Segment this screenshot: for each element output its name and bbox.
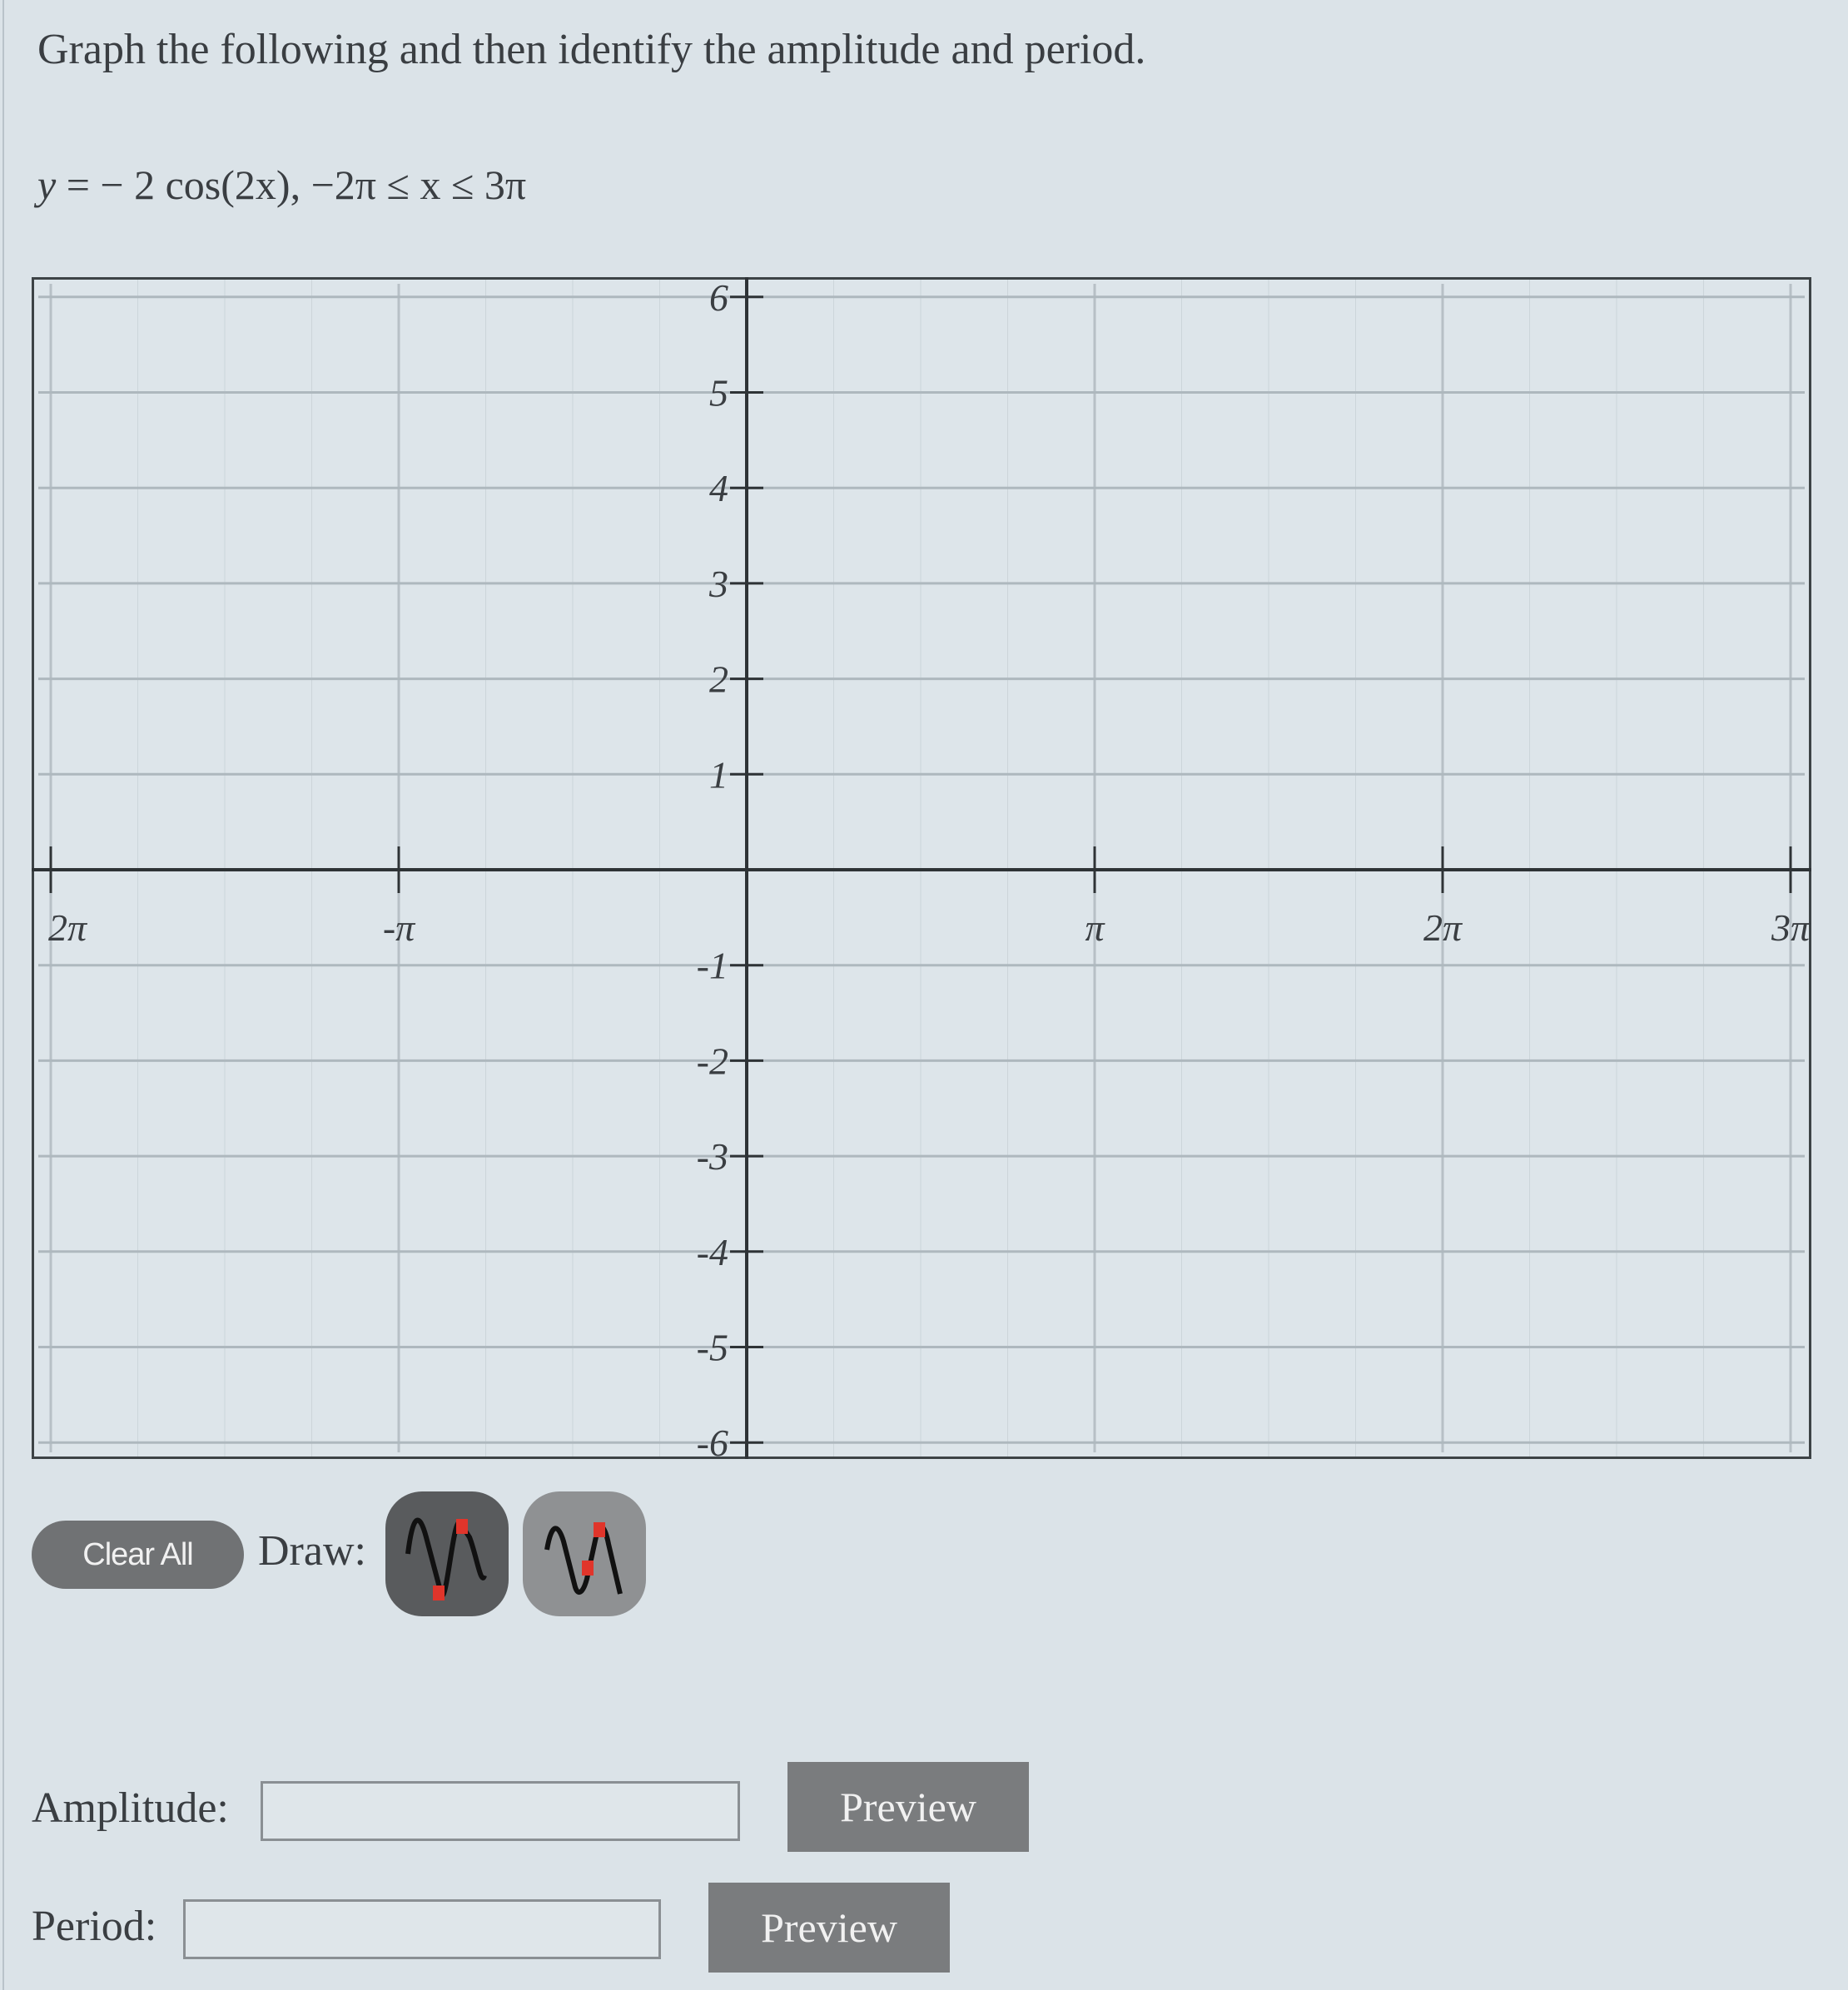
x-tick-label: π — [1085, 906, 1105, 949]
y-tick-label: 4 — [709, 467, 728, 509]
question-prompt: Graph the following and then identify th… — [37, 26, 1146, 73]
equation-lhs: y — [37, 161, 57, 208]
y-tick-label: 5 — [709, 372, 728, 414]
y-tick-label: -1 — [697, 945, 728, 987]
y-tick-label: -2 — [697, 1040, 728, 1082]
clear-all-button[interactable]: Clear All — [32, 1521, 244, 1589]
period-input[interactable] — [183, 1899, 661, 1959]
draw-controls: Clear All Draw: — [32, 1491, 781, 1616]
midline-point-icon — [582, 1561, 594, 1576]
period-preview-button[interactable]: Preview — [708, 1883, 950, 1973]
y-tick-label: -4 — [697, 1231, 728, 1273]
y-tick-label: -6 — [697, 1422, 728, 1459]
equation-domain: −2π ≤ x ≤ 3π — [310, 161, 527, 208]
sine-peak-trough-tool-button[interactable] — [385, 1491, 509, 1616]
peak-point-icon — [456, 1519, 468, 1534]
y-tick-label: 3 — [708, 563, 728, 605]
y-tick-label: -3 — [697, 1135, 728, 1178]
equation-equals: = — [66, 161, 90, 208]
sine-midline-peak-tool-button[interactable] — [523, 1491, 646, 1616]
sine-wave-icon — [544, 1522, 623, 1595]
x-tick-label: -π — [383, 906, 416, 949]
equation-separator: , — [290, 161, 301, 208]
y-tick-label: 2 — [709, 658, 728, 701]
period-label: Period: — [32, 1903, 157, 1950]
y-tick-label: -5 — [697, 1327, 728, 1369]
x-tick-label: 2π — [1423, 906, 1463, 949]
draw-label: Draw: — [258, 1527, 366, 1575]
x-tick-label: 2π — [48, 906, 88, 949]
y-tick-label: 6 — [709, 277, 728, 319]
y-tick-label: 1 — [709, 753, 728, 796]
amplitude-input[interactable] — [261, 1781, 740, 1841]
x-tick-label: 3π — [1771, 906, 1811, 949]
amplitude-label: Amplitude: — [32, 1784, 229, 1832]
peak-point-icon — [594, 1522, 605, 1537]
trough-point-icon — [433, 1586, 445, 1600]
page-left-border — [2, 0, 4, 1990]
sine-wave-icon — [405, 1517, 487, 1600]
graph-area[interactable]: 2π -π π 2π 3π 6 5 4 3 2 1 -1 -2 -3 -4 -5 -6 — [32, 277, 1811, 1459]
graph-canvas[interactable]: 2π -π π 2π 3π 6 5 4 3 2 1 -1 -2 -3 -4 -5 -6 — [32, 277, 1811, 1459]
amplitude-preview-button[interactable]: Preview — [787, 1762, 1029, 1852]
equation: y = − 2 cos(2x), −2π ≤ x ≤ 3π — [37, 161, 526, 209]
equation-rhs: − 2 cos(2x) — [100, 161, 291, 208]
